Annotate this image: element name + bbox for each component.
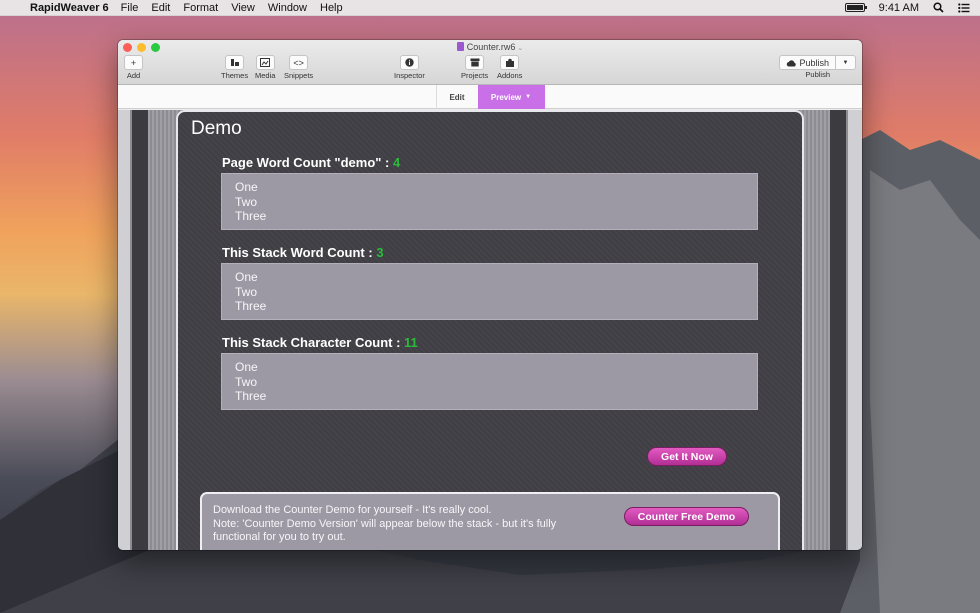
- media-tool[interactable]: Media: [255, 55, 275, 80]
- projects-box-icon[interactable]: [465, 55, 485, 70]
- addons-puzzle-icon[interactable]: [500, 55, 520, 70]
- battery-icon[interactable]: [844, 3, 867, 12]
- tab-edit[interactable]: Edit: [435, 85, 478, 109]
- add-tool[interactable]: + Add: [124, 55, 143, 80]
- snippets-tool[interactable]: <> Snippets: [284, 55, 313, 80]
- themes-tool[interactable]: Themes: [221, 55, 248, 80]
- triangle-down-icon: ▼: [525, 94, 532, 100]
- section-heading: Page Word Count "demo" : 4: [222, 155, 401, 170]
- preview-pane[interactable]: Demo Page Word Count "demo" : 4 One Two …: [118, 110, 862, 550]
- document-icon: [456, 42, 464, 51]
- toolbar: Counter.rw6 ⌄ + Add Themes Media <> Snipp…: [118, 40, 862, 85]
- word-count-value: 4: [392, 155, 401, 170]
- text-box: One Two Three: [221, 353, 758, 410]
- word-count-value: 3: [376, 245, 384, 260]
- menu-app-name[interactable]: RapidWeaver 6: [30, 2, 109, 14]
- section-heading: This Stack Character Count : 11: [222, 335, 418, 350]
- mode-switcher: Edit Preview ▼: [118, 85, 862, 109]
- get-it-now-button[interactable]: Get It Now: [647, 447, 727, 466]
- chevron-down-icon: ⌄: [517, 45, 524, 52]
- page-title: Demo: [191, 118, 242, 139]
- download-line-2: Note: 'Counter Demo Version' will appear…: [213, 517, 557, 544]
- plus-icon[interactable]: +: [124, 55, 143, 70]
- menu-help[interactable]: Help: [320, 2, 343, 14]
- menu-window[interactable]: Window: [268, 2, 307, 14]
- spotlight-search-icon[interactable]: [933, 2, 944, 13]
- cloud-upload-icon: [787, 59, 797, 66]
- menu-bar: RapidWeaver 6 File Edit Format View Wind…: [0, 0, 980, 16]
- menu-format[interactable]: Format: [183, 2, 218, 14]
- counter-free-demo-button[interactable]: Counter Free Demo: [624, 507, 749, 526]
- menu-file[interactable]: File: [121, 2, 139, 14]
- tab-preview[interactable]: Preview ▼: [477, 85, 545, 109]
- publish-group: Publish ▼ Publish: [779, 55, 856, 79]
- inspector-tool[interactable]: Inspector: [394, 55, 425, 80]
- info-icon[interactable]: [399, 55, 419, 70]
- text-box: One Two Three: [221, 263, 758, 320]
- menubar-clock[interactable]: 9:41 AM: [879, 2, 919, 14]
- publish-label: Publish: [805, 70, 831, 79]
- themes-icon[interactable]: [225, 55, 245, 70]
- download-line-1: Download the Counter Demo for yourself -…: [213, 504, 492, 516]
- section-heading: This Stack Word Count : 3: [222, 245, 384, 260]
- download-panel: Download the Counter Demo for yourself -…: [200, 492, 780, 550]
- publish-button[interactable]: Publish: [779, 55, 836, 70]
- addons-tool[interactable]: Addons: [497, 55, 522, 80]
- publish-options-dropdown[interactable]: ▼: [836, 55, 856, 70]
- text-box: One Two Three: [221, 173, 758, 230]
- menu-edit[interactable]: Edit: [151, 2, 170, 14]
- app-window: Counter.rw6 ⌄ + Add Themes Media <> Snipp…: [118, 40, 862, 550]
- document-title[interactable]: Counter.rw6 ⌄: [118, 42, 862, 52]
- triangle-down-icon: ▼: [842, 59, 849, 66]
- menu-view[interactable]: View: [231, 2, 255, 14]
- media-icon[interactable]: [255, 55, 275, 70]
- projects-tool[interactable]: Projects: [461, 55, 488, 80]
- notification-center-icon[interactable]: [958, 2, 970, 13]
- page-container: Demo Page Word Count "demo" : 4 One Two …: [176, 110, 804, 550]
- code-brackets-icon[interactable]: <>: [289, 55, 309, 70]
- character-count-value: 11: [404, 335, 418, 350]
